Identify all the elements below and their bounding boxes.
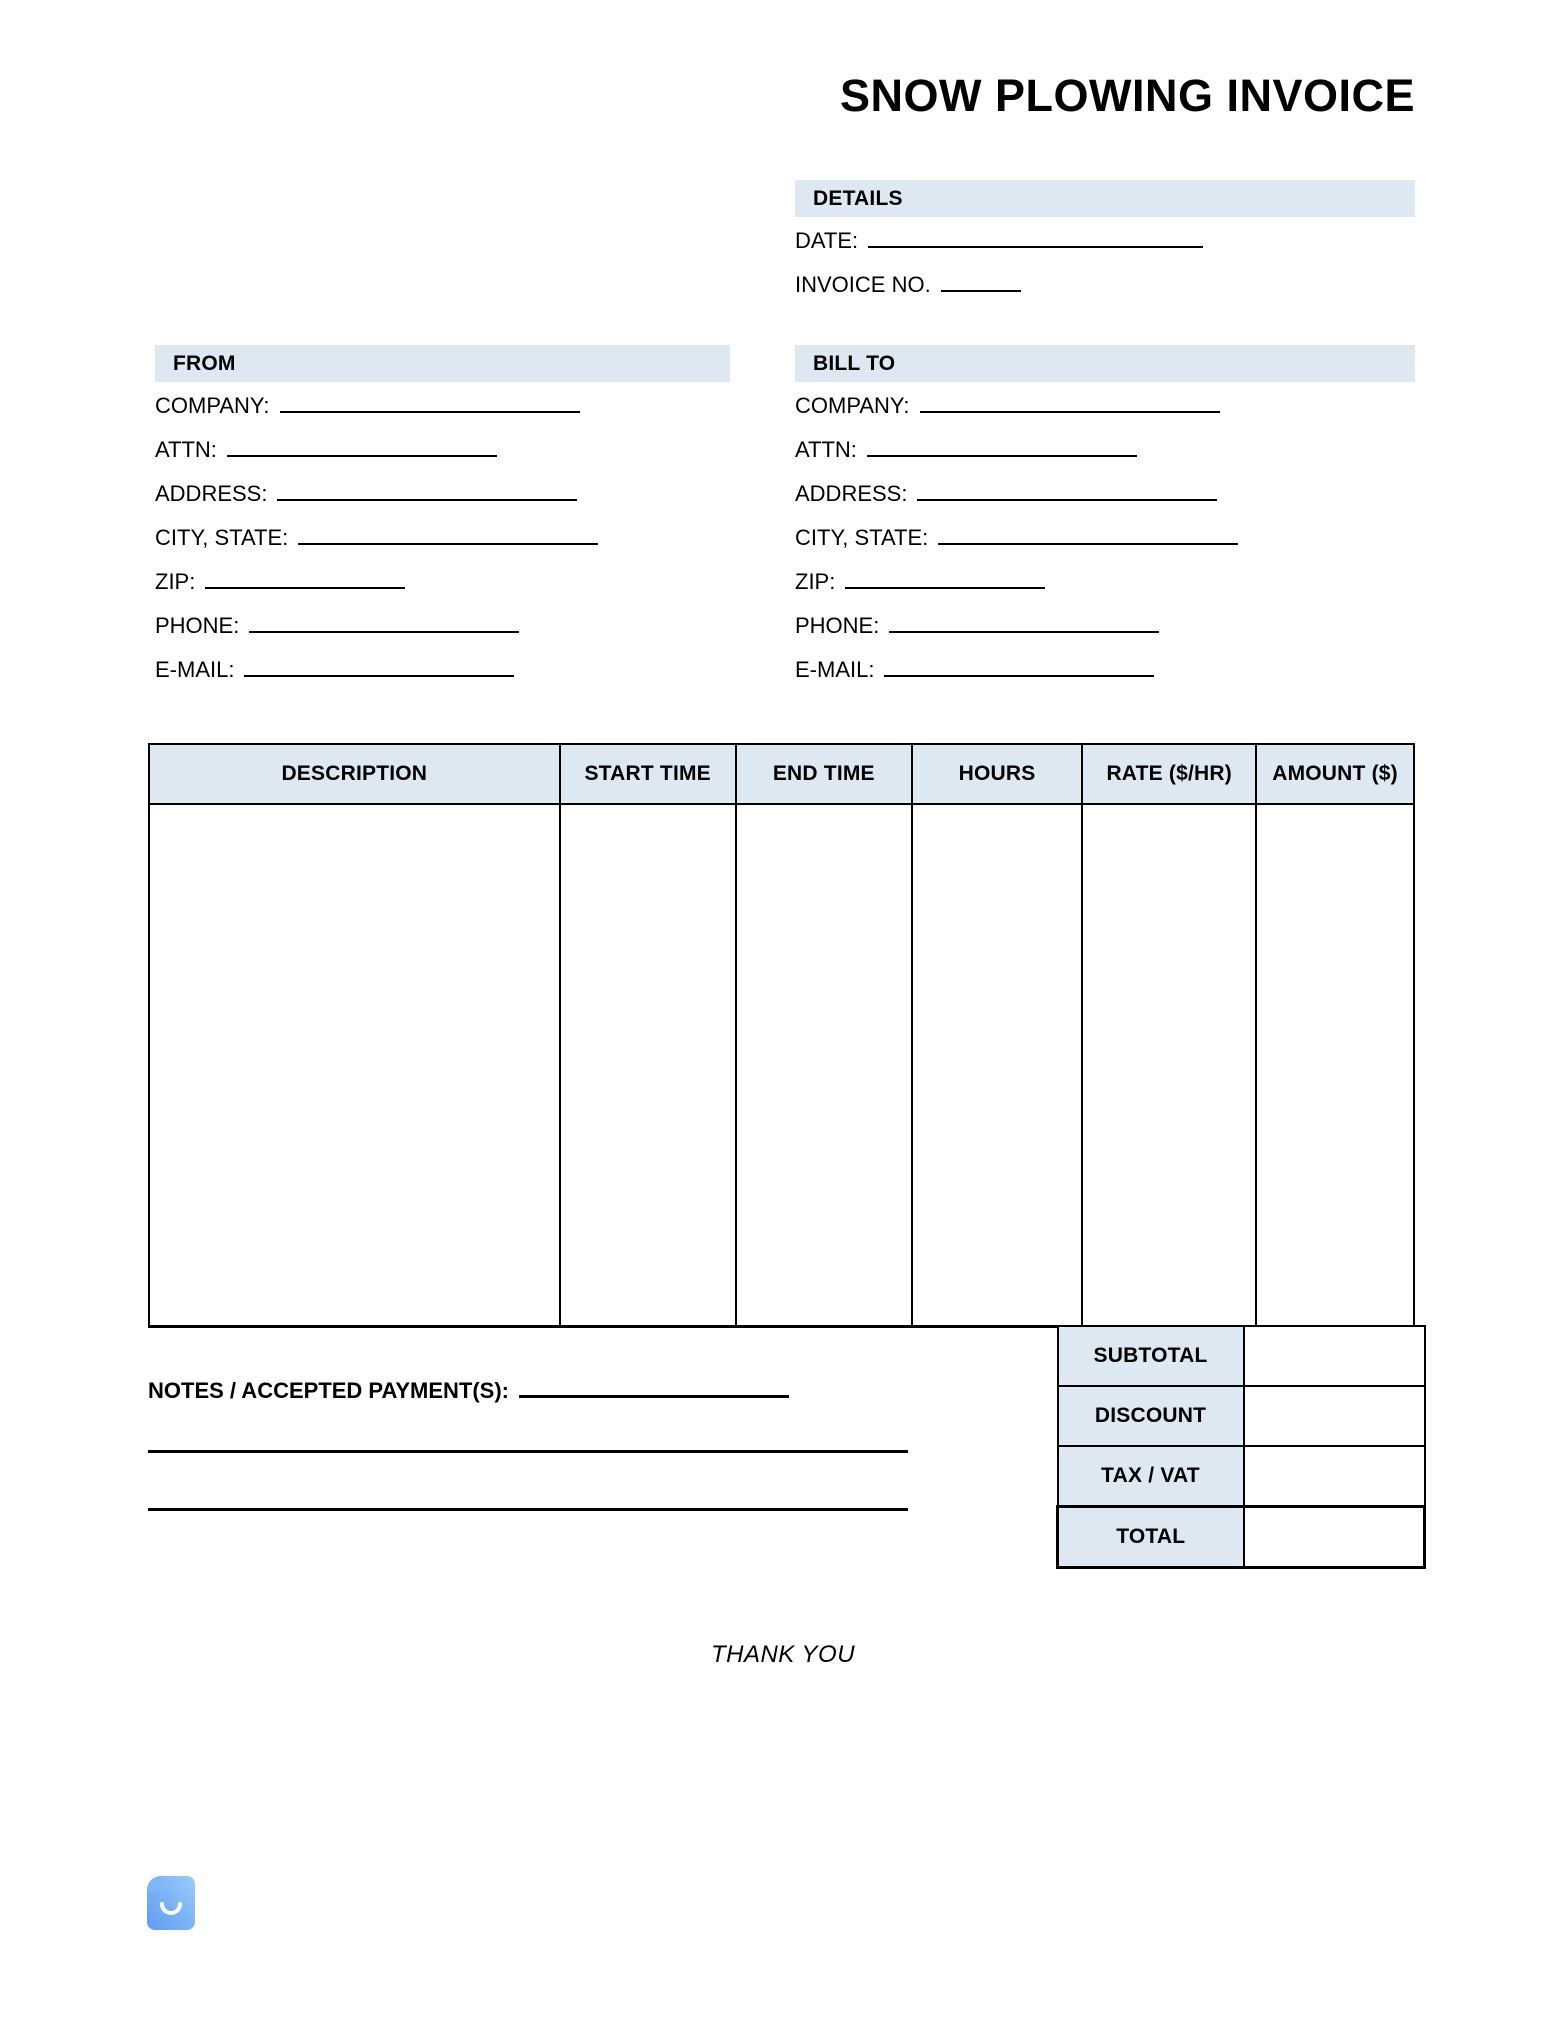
cell-start-time[interactable] [558,804,737,1328]
billto-input-zip[interactable] [845,570,1046,589]
from-field-zip[interactable]: ZIP: [155,569,755,613]
totals-label-discount: DISCOUNT [1056,1385,1245,1447]
from-input-attn[interactable] [226,438,497,457]
billto-field-attn[interactable]: ATTN: [795,437,1415,481]
totals-label-subtotal: SUBTOTAL [1056,1325,1245,1387]
column-header-amount: AMOUNT ($) [1255,743,1415,805]
billto-label-phone: PHONE: [795,613,880,638]
cell-description[interactable] [148,804,561,1328]
billto-input-phone[interactable] [889,614,1160,633]
billto-field-email[interactable]: E-MAIL: [795,657,1415,701]
totals-label-tax-vat: TAX / VAT [1056,1445,1245,1508]
column-header-description: DESCRIPTION [148,743,561,805]
column-header-hours: HOURS [910,743,1084,805]
from-label-company: COMPANY: [155,393,270,418]
from-field-email[interactable]: E-MAIL: [155,657,755,701]
billto-field-address[interactable]: ADDRESS: [795,481,1415,525]
from-label-address: ADDRESS: [155,481,268,506]
notes-row: NOTES / ACCEPTED PAYMENT(S): [148,1378,908,1404]
from-fields: COMPANY: ATTN: ADDRESS: CITY, STATE: ZIP… [155,393,755,701]
from-input-company[interactable] [279,394,580,413]
field-input-date[interactable] [868,229,1204,248]
notes-section: NOTES / ACCEPTED PAYMENT(S): [148,1378,908,1511]
billto-field-zip[interactable]: ZIP: [795,569,1415,613]
section-header-details: DETAILS [795,180,1415,217]
from-label-city-state: CITY, STATE: [155,525,289,550]
from-label-phone: PHONE: [155,613,240,638]
from-field-address[interactable]: ADDRESS: [155,481,755,525]
notes-line-2[interactable] [148,1508,908,1511]
from-field-city-state[interactable]: CITY, STATE: [155,525,755,569]
table-header-row: DESCRIPTION START TIME END TIME HOURS RA… [148,743,1415,805]
from-field-company[interactable]: COMPANY: [155,393,755,437]
column-header-start-time: START TIME [558,743,737,805]
billto-label-address: ADDRESS: [795,481,908,506]
details-fields: DATE: INVOICE NO. [795,228,1415,316]
totals-label-total: TOTAL [1056,1505,1245,1569]
totals-row-total: TOTAL [1056,1505,1426,1569]
cell-rate[interactable] [1081,804,1258,1328]
billto-label-zip: ZIP: [795,569,836,594]
thank-you-note: THANK YOU [710,1641,856,1668]
from-input-address[interactable] [277,482,578,501]
billto-field-company[interactable]: COMPANY: [795,393,1415,437]
field-label-invoice-no: INVOICE NO. [795,272,931,297]
cell-amount[interactable] [1255,804,1415,1328]
field-label-date: DATE: [795,228,859,253]
document-logo-icon [147,1876,195,1930]
billto-input-attn[interactable] [866,438,1137,457]
from-field-phone[interactable]: PHONE: [155,613,755,657]
page-title: SNOW PLOWING INVOICE [839,70,1415,121]
billto-field-phone[interactable]: PHONE: [795,613,1415,657]
line-items-table: DESCRIPTION START TIME END TIME HOURS RA… [148,743,1415,1328]
field-input-invoice-no[interactable] [940,273,1021,292]
billto-label-company: COMPANY: [795,393,910,418]
invoice-page: SNOW PLOWING INVOICE DETAILS DATE: INVOI… [0,0,1566,2027]
cell-hours[interactable] [910,804,1084,1328]
from-input-zip[interactable] [205,570,406,589]
section-header-from: FROM [155,345,730,382]
field-date[interactable]: DATE: [795,228,1415,272]
billto-label-city-state: CITY, STATE: [795,525,929,550]
field-invoice-no[interactable]: INVOICE NO. [795,272,1415,316]
notes-line-1[interactable] [148,1450,908,1453]
billto-label-email: E-MAIL: [795,657,875,682]
totals-value-total[interactable] [1242,1505,1426,1569]
totals-value-tax-vat[interactable] [1242,1445,1426,1508]
cell-end-time[interactable] [734,804,913,1328]
billto-input-address[interactable] [917,482,1218,501]
notes-label: NOTES / ACCEPTED PAYMENT(S): [148,1378,509,1403]
from-label-zip: ZIP: [155,569,196,594]
from-label-email: E-MAIL: [155,657,235,682]
billto-label-attn: ATTN: [795,437,857,462]
from-input-phone[interactable] [249,614,520,633]
column-header-end-time: END TIME [734,743,913,805]
column-header-rate: RATE ($/HR) [1081,743,1258,805]
billto-field-city-state[interactable]: CITY, STATE: [795,525,1415,569]
from-label-attn: ATTN: [155,437,217,462]
totals-table: SUBTOTAL DISCOUNT TAX / VAT TOTAL [1056,1325,1426,1569]
totals-row-subtotal: SUBTOTAL [1056,1325,1426,1387]
totals-value-subtotal[interactable] [1242,1325,1426,1387]
from-input-city-state[interactable] [298,526,599,545]
billto-input-city-state[interactable] [938,526,1239,545]
totals-row-discount: DISCOUNT [1056,1385,1426,1447]
totals-value-discount[interactable] [1242,1385,1426,1447]
table-row [148,804,1415,1328]
bill-to-fields: COMPANY: ATTN: ADDRESS: CITY, STATE: ZIP… [795,393,1415,701]
from-field-attn[interactable]: ATTN: [155,437,755,481]
from-input-email[interactable] [244,658,515,677]
notes-input[interactable] [519,1378,789,1398]
billto-input-email[interactable] [884,658,1155,677]
totals-row-tax-vat: TAX / VAT [1056,1445,1426,1508]
billto-input-company[interactable] [919,394,1220,413]
section-header-bill-to: BILL TO [795,345,1415,382]
